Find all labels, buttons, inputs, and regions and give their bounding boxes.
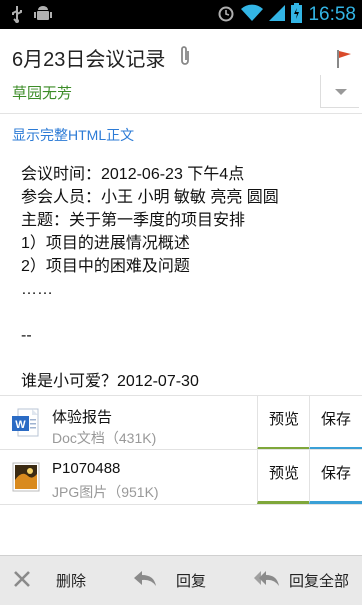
sender-name[interactable]: 草园无芳 bbox=[12, 82, 72, 103]
attachment-name: 体验报告 bbox=[52, 409, 113, 426]
flag-icon[interactable] bbox=[336, 50, 352, 72]
doc-file-icon: W bbox=[12, 408, 40, 438]
attachment-meta: JPG图片（951K) bbox=[52, 484, 159, 500]
paperclip-icon bbox=[178, 45, 192, 71]
status-time: 16:58 bbox=[308, 4, 356, 25]
details-dropdown-button[interactable] bbox=[320, 75, 359, 108]
save-button[interactable]: 保存 bbox=[309, 396, 362, 450]
bottom-action-bar: 删除 回复 回复全部 bbox=[0, 555, 362, 605]
battery-icon bbox=[291, 3, 303, 27]
body-line bbox=[21, 301, 279, 324]
delete-button[interactable]: 删除 bbox=[12, 556, 86, 605]
message-body: 会议时间：2012-06-23 下午4点 参会人员：小王 小明 敏敏 亮亮 圆圆… bbox=[21, 163, 279, 393]
reply-all-icon bbox=[253, 569, 281, 593]
attachment-meta: Doc文档（431K) bbox=[52, 430, 157, 446]
reply-all-label: 回复全部 bbox=[289, 573, 350, 590]
body-line: 参会人员：小王 小明 敏敏 亮亮 圆圆 bbox=[21, 189, 279, 206]
message-header: 6月23日会议记录 草园无芳 bbox=[0, 29, 362, 114]
show-full-html-link[interactable]: 显示完整HTML正文 bbox=[12, 125, 134, 145]
chevron-down-icon bbox=[335, 89, 347, 95]
reply-icon bbox=[132, 569, 158, 593]
signal-icon bbox=[269, 4, 286, 26]
image-file-icon bbox=[12, 462, 40, 492]
body-line: 主题：关于第一季度的项目安排 bbox=[21, 212, 246, 229]
alarm-icon bbox=[217, 4, 235, 26]
message-subject: 6月23日会议记录 bbox=[12, 49, 166, 71]
usb-icon bbox=[10, 5, 24, 27]
status-bar: 16:58 bbox=[0, 0, 362, 29]
body-line: 2）项目中的困难及问题 bbox=[21, 258, 190, 275]
close-icon bbox=[12, 569, 32, 593]
attachment-item[interactable]: P1070488 JPG图片（951K) 预览 保存 bbox=[0, 449, 362, 505]
reply-button[interactable]: 回复 bbox=[132, 556, 206, 605]
wifi-icon bbox=[241, 4, 264, 26]
android-debug-icon bbox=[34, 5, 52, 27]
reply-all-button[interactable]: 回复全部 bbox=[253, 556, 349, 605]
preview-button[interactable]: 预览 bbox=[257, 450, 310, 504]
body-line: …… bbox=[21, 281, 53, 298]
attachment-name: P1070488 bbox=[52, 460, 121, 477]
body-line: -- bbox=[21, 327, 32, 344]
body-line: 谁是小可爱？2012-07-30 bbox=[21, 373, 199, 390]
preview-button[interactable]: 预览 bbox=[257, 396, 310, 450]
save-button[interactable]: 保存 bbox=[309, 450, 362, 504]
body-line: 会议时间：2012-06-23 下午4点 bbox=[21, 166, 245, 183]
body-line: 1）项目的进展情况概述 bbox=[21, 235, 190, 252]
delete-label: 删除 bbox=[56, 573, 87, 590]
reply-label: 回复 bbox=[176, 573, 207, 590]
svg-text:W: W bbox=[15, 419, 26, 431]
attachment-item[interactable]: W 体验报告 Doc文档（431K) 预览 保存 bbox=[0, 395, 362, 450]
body-line bbox=[21, 347, 279, 370]
